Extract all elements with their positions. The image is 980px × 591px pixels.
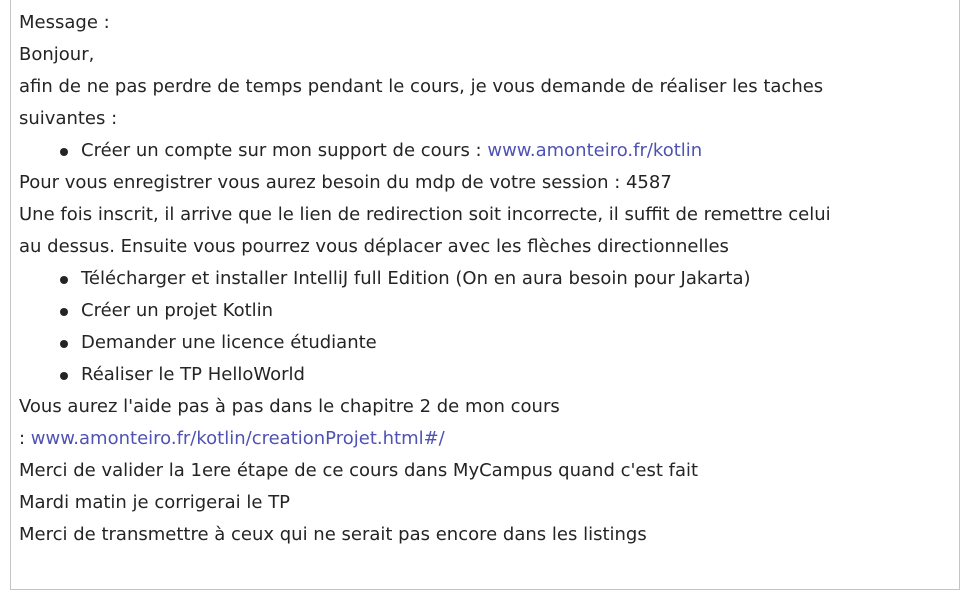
help-text: Vous aurez l'aide pas à pas dans le chap… (19, 396, 560, 417)
list-item: Réaliser le TP HelloWorld (19, 359, 959, 391)
bullet-icon (60, 276, 68, 284)
forward-text: Merci de transmettre à ceux qui ne serai… (19, 524, 647, 545)
session-password-text: Pour vous enregistrer vous aurez besoin … (19, 172, 672, 193)
redirect-text-line-2: au dessus. Ensuite vous pourrez vous dép… (19, 236, 729, 257)
message-label: Message : (19, 12, 110, 33)
first-task-list: Créer un compte sur mon support de cours… (19, 135, 959, 167)
list-item-text: Créer un compte sur mon support de cours… (81, 140, 488, 161)
course-support-link[interactable]: www.amonteiro.fr/kotlin (487, 140, 702, 161)
validate-text: Merci de valider la 1ere étape de ce cou… (19, 460, 699, 481)
bullet-icon (60, 308, 68, 316)
help-link-prefix: : (19, 428, 31, 449)
greeting-text: Bonjour, (19, 44, 95, 65)
message-body: Message : Bonjour, afin de ne pas perdre… (10, 0, 960, 590)
redirect-text-line-1: Une fois inscrit, il arrive que le lien … (19, 204, 831, 225)
help-link-line: : www.amonteiro.fr/kotlin/creationProjet… (19, 423, 959, 455)
intro-text-line-1: afin de ne pas perdre de temps pendant l… (19, 76, 824, 97)
list-item: Créer un projet Kotlin (19, 295, 959, 327)
tuesday-text: Mardi matin je corrigerai le TP (19, 492, 291, 513)
creation-projet-link[interactable]: www.amonteiro.fr/kotlin/creationProjet.h… (31, 428, 445, 449)
list-item-text: Créer un projet Kotlin (81, 300, 274, 321)
list-item: Télécharger et installer IntelliJ full E… (19, 263, 959, 295)
bullet-icon (60, 372, 68, 380)
bullet-icon (60, 148, 68, 156)
list-item-text: Demander une licence étudiante (81, 332, 377, 353)
list-item: Demander une licence étudiante (19, 327, 959, 359)
list-item-text: Télécharger et installer IntelliJ full E… (81, 268, 751, 289)
intro-text-line-2: suivantes : (19, 108, 118, 129)
list-item-text: Réaliser le TP HelloWorld (81, 364, 305, 385)
task-list: Télécharger et installer IntelliJ full E… (19, 263, 959, 391)
bullet-icon (60, 340, 68, 348)
list-item: Créer un compte sur mon support de cours… (19, 135, 959, 167)
